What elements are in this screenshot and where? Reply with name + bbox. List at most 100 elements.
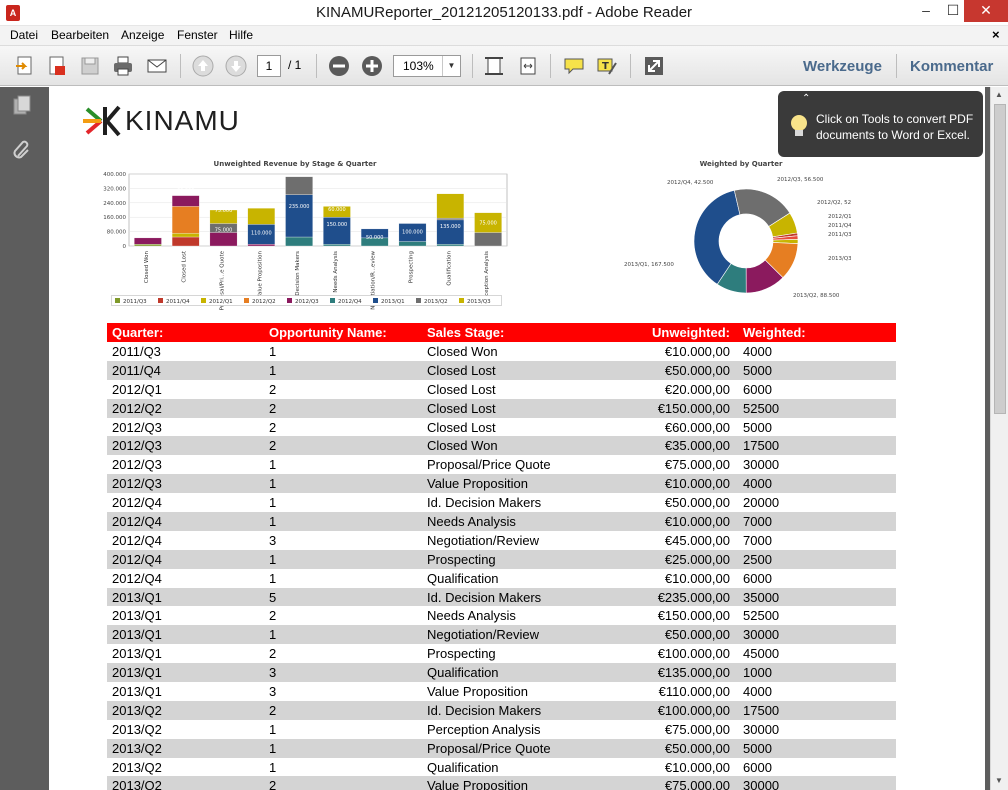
cell-sales-stage: Needs Analysis [427,608,516,624]
scroll-down-icon[interactable]: ▼ [995,776,1003,785]
cell-weighted: 20000 [743,495,780,511]
document-area[interactable]: KINAMU Unweighted Revenue by Stage & Qua… [42,87,990,790]
page-thumbnails-icon[interactable] [11,93,33,117]
bar-y-tick: 320.000 [103,186,126,192]
menu-bearbeiten[interactable]: Bearbeiten [51,28,109,42]
save-icon[interactable] [77,53,103,79]
cell-opportunity-name: 2 [264,700,422,720]
menu-datei[interactable]: Datei [10,28,38,42]
bar-category-label: Qualification [446,250,452,285]
create-pdf-icon[interactable] [44,53,70,79]
donut-chart: Weighted by Quarter 2012/Q4, 42.500 2012/… [624,160,851,299]
toolbar: 1 / 1 103% ▼ T Werkzeuge Kommentar [0,46,1008,86]
table-row: 2012/Q4 1 Needs Analysis €10.000,00 7000 [107,512,896,531]
cell-weighted: 30000 [743,721,780,737]
page-number-input[interactable]: 1 [257,55,281,77]
vertical-scrollbar[interactable]: ▲ ▼ [990,87,1008,790]
menu-hilfe[interactable]: Hilfe [229,28,253,42]
legend-item: 2013/Q1 [381,299,405,305]
highlight-text-icon[interactable]: T [594,53,620,79]
table-row: 2012/Q4 1 Prospecting €25.000,00 2500 [107,549,896,569]
fit-page-icon[interactable] [481,53,507,79]
zoom-select[interactable]: 103% ▼ [393,55,461,77]
tools-tab[interactable]: Werkzeuge [803,58,882,75]
print-icon[interactable] [110,53,136,79]
svg-text:T: T [602,61,609,72]
attachments-icon[interactable] [11,137,33,161]
donut-slice-label: 2011/Q3, 4.000 [828,232,851,238]
bar-segment [436,244,465,247]
legend-swatch [201,298,206,303]
comment-tab[interactable]: Kommentar [910,58,993,75]
close-document-button[interactable]: × [992,27,1000,42]
bar-segment [285,194,313,238]
cell-unweighted: €10.000,00 [664,343,730,359]
legend-item: 2013/Q3 [467,299,491,305]
minimize-button[interactable]: – [912,0,940,22]
bar-segment-label: 110.000 [251,230,272,236]
tools-tooltip[interactable]: ⌃ Click on Tools to convert PDF document… [778,91,983,157]
menu-fenster[interactable]: Fenster [177,28,218,42]
cell-unweighted: €50.000,00 [664,495,730,511]
header-weighted: Weighted: [738,323,896,342]
next-page-icon[interactable] [223,53,249,79]
header-unweighted: Unweighted: [580,323,738,342]
cell-quarter: 2013/Q2 [112,721,162,737]
cell-unweighted: €75.000,00 [580,776,738,790]
cell-unweighted: €100.000,00 [657,646,730,662]
fit-width-icon[interactable] [515,53,541,79]
cell-opportunity-name: 5 [264,587,422,607]
cell-opportunity-name: 1 [269,570,277,586]
donut-slice-label: 2011/Q4, 5.000 [828,223,851,229]
cell-sales-stage: Proposal/Price Quote [422,738,580,758]
cell-sales-stage: Prospecting [427,646,496,662]
cell-unweighted: €50.000,00 [580,738,738,758]
table-row: 2013/Q2 1 Perception Analysis €75.000,00 300… [107,720,896,739]
bar-chart-legend: 2011/Q3 2011/Q4 2012/Q1 2012/Q2 2012/Q3 2012/… [111,295,502,306]
table-row: 2012/Q4 1 Id. Decision Makers €50.000,00 200… [107,493,896,512]
bar-segment [134,244,162,247]
cell-quarter: 2013/Q1 [112,683,162,699]
cell-unweighted: €35.000,00 [580,436,738,456]
collapse-caret-icon[interactable]: ⌃ [802,93,810,104]
cell-sales-stage: Closed Lost [427,381,496,397]
maximize-button[interactable]: ☐ [939,0,967,22]
scrollbar-thumb[interactable] [994,104,1006,414]
legend-swatch [244,298,249,303]
cell-opportunity-name: 2 [264,776,422,790]
bar-segment [171,206,200,234]
cell-unweighted: €100.000,00 [580,700,738,720]
table-row: 2013/Q2 2 Id. Decision Makers €100.000,00 17… [107,700,896,720]
cell-sales-stage: Value Proposition [422,776,580,790]
cell-weighted: 1000 [738,663,896,683]
cell-unweighted: €25.000,00 [580,549,738,569]
bar-segment [247,208,276,225]
cell-weighted: 2500 [738,549,896,569]
cell-sales-stage: Closed Won [422,436,580,456]
table-header-row: Quarter: Opportunity Name: Sales Stage: … [107,323,896,342]
pdf-page: KINAMU Unweighted Revenue by Stage & Qua… [49,87,985,790]
cell-sales-stage: Closed Won [427,343,498,359]
bar-segment-label: 75.000 [215,228,233,234]
legend-item: 2012/Q2 [252,299,276,305]
sticky-note-icon[interactable] [561,53,587,79]
chevron-down-icon[interactable]: ▼ [442,56,460,76]
open-file-icon[interactable] [12,53,38,79]
email-icon[interactable] [144,53,170,79]
cell-quarter: 2012/Q4 [112,532,162,548]
cell-quarter: 2013/Q2 [112,759,162,775]
cell-sales-stage: Negotiation/Review [427,532,540,548]
menu-anzeige[interactable]: Anzeige [121,28,164,42]
zoom-in-icon[interactable] [359,53,385,79]
cell-unweighted: €20.000,00 [664,381,730,397]
close-window-button[interactable]: ✕ [964,0,1008,22]
cell-unweighted: €10.000,00 [580,512,738,531]
cell-opportunity-name: 1 [269,495,277,511]
full-screen-icon[interactable] [641,53,667,79]
scroll-up-icon[interactable]: ▲ [995,90,1003,99]
bar-category-label: Needs Analysis [333,251,339,293]
table-row: 2011/Q3 1 Closed Won €10.000,00 4000 [107,342,896,361]
opportunity-table: Quarter: Opportunity Name: Sales Stage: … [107,323,896,790]
previous-page-icon[interactable] [190,53,216,79]
zoom-out-icon[interactable] [326,53,352,79]
